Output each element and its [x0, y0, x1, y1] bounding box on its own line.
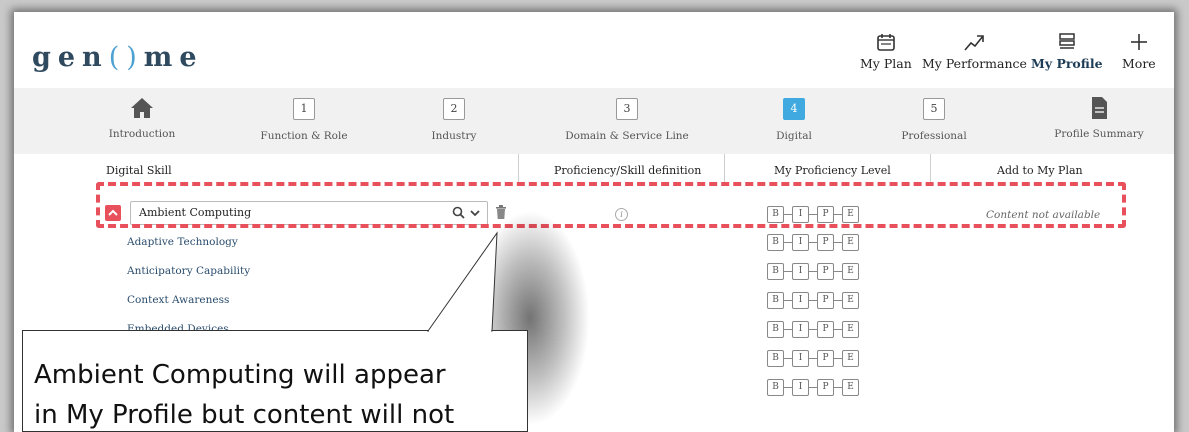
- callout-text-line-1: Ambient Computing will appear: [34, 360, 446, 390]
